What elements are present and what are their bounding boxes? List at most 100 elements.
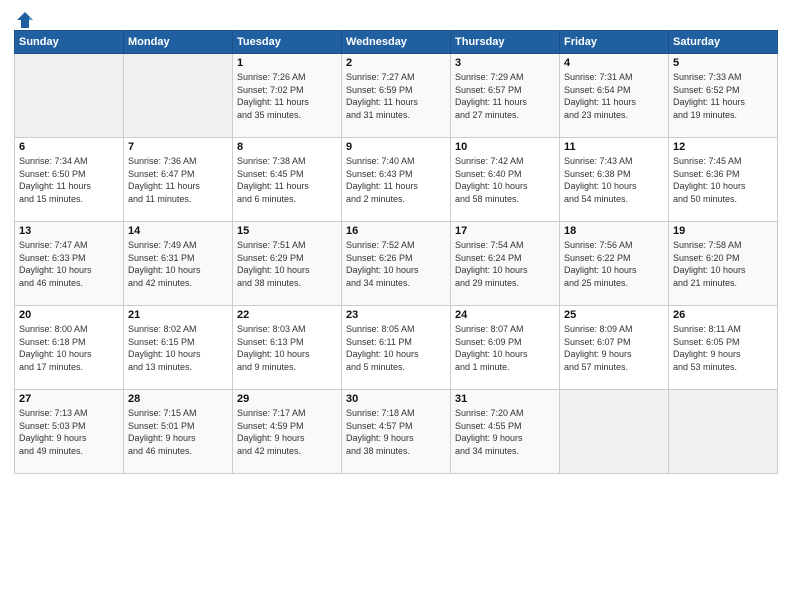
calendar-week-row: 1Sunrise: 7:26 AMSunset: 7:02 PMDaylight… xyxy=(15,54,778,138)
day-number: 13 xyxy=(19,225,119,237)
day-info: Sunrise: 8:05 AMSunset: 6:11 PMDaylight:… xyxy=(346,323,446,373)
day-info: Sunrise: 7:31 AMSunset: 6:54 PMDaylight:… xyxy=(564,71,664,121)
day-info: Sunrise: 7:47 AMSunset: 6:33 PMDaylight:… xyxy=(19,239,119,289)
day-number: 15 xyxy=(237,225,337,237)
calendar-cell: 22Sunrise: 8:03 AMSunset: 6:13 PMDayligh… xyxy=(233,306,342,390)
day-info: Sunrise: 8:09 AMSunset: 6:07 PMDaylight:… xyxy=(564,323,664,373)
day-number: 3 xyxy=(455,57,555,69)
day-info: Sunrise: 7:33 AMSunset: 6:52 PMDaylight:… xyxy=(673,71,773,121)
day-info: Sunrise: 8:07 AMSunset: 6:09 PMDaylight:… xyxy=(455,323,555,373)
day-info: Sunrise: 7:20 AMSunset: 4:55 PMDaylight:… xyxy=(455,407,555,457)
day-number: 4 xyxy=(564,57,664,69)
logo-icon xyxy=(15,10,35,30)
calendar-cell: 13 Sunrise: 7:47 AMSunset: 6:33 PMDayligh… xyxy=(15,222,124,306)
day-info: Sunrise: 8:03 AMSunset: 6:13 PMDaylight:… xyxy=(237,323,337,373)
day-info: Sunrise: 7:40 AMSunset: 6:43 PMDaylight:… xyxy=(346,155,446,205)
day-number: 14 xyxy=(128,225,228,237)
calendar-cell: 4 Sunrise: 7:31 AMSunset: 6:54 PMDaylight… xyxy=(560,54,669,138)
day-info: Sunrise: 8:11 AMSunset: 6:05 PMDaylight:… xyxy=(673,323,773,373)
calendar-cell xyxy=(124,54,233,138)
day-number: 10 xyxy=(455,141,555,153)
day-info: Sunrise: 7:13 AMSunset: 5:03 PMDaylight:… xyxy=(19,407,119,457)
day-info: Sunrise: 7:49 AMSunset: 6:31 PMDaylight:… xyxy=(128,239,228,289)
calendar-cell xyxy=(669,390,778,474)
day-number: 7 xyxy=(128,141,228,153)
weekday-header-thursday: Thursday xyxy=(451,31,560,54)
day-number: 25 xyxy=(564,309,664,321)
calendar-cell: 24 Sunrise: 8:07 AMSunset: 6:09 PMDayligh… xyxy=(451,306,560,390)
day-info: Sunrise: 7:51 AMSunset: 6:29 PMDaylight:… xyxy=(237,239,337,289)
calendar-week-row: 20 Sunrise: 8:00 AMSunset: 6:18 PMDayligh… xyxy=(15,306,778,390)
day-info: Sunrise: 7:17 AMSunset: 4:59 PMDaylight:… xyxy=(237,407,337,457)
day-info: Sunrise: 7:38 AMSunset: 6:45 PMDaylight:… xyxy=(237,155,337,205)
day-number: 23 xyxy=(346,309,446,321)
day-number: 9 xyxy=(346,141,446,153)
day-number: 27 xyxy=(19,393,119,405)
header xyxy=(14,10,778,26)
calendar-cell: 3 Sunrise: 7:29 AMSunset: 6:57 PMDaylight… xyxy=(451,54,560,138)
day-number: 21 xyxy=(128,309,228,321)
day-number: 12 xyxy=(673,141,773,153)
page-container: SundayMondayTuesdayWednesdayThursdayFrid… xyxy=(0,0,792,480)
calendar-cell: 7 Sunrise: 7:36 AMSunset: 6:47 PMDaylight… xyxy=(124,138,233,222)
calendar-cell: 30Sunrise: 7:18 AMSunset: 4:57 PMDayligh… xyxy=(342,390,451,474)
day-number: 28 xyxy=(128,393,228,405)
day-info: Sunrise: 7:27 AMSunset: 6:59 PMDaylight:… xyxy=(346,71,446,121)
day-number: 31 xyxy=(455,393,555,405)
calendar-cell: 14 Sunrise: 7:49 AMSunset: 6:31 PMDayligh… xyxy=(124,222,233,306)
calendar-cell: 21 Sunrise: 8:02 AMSunset: 6:15 PMDayligh… xyxy=(124,306,233,390)
calendar-cell: 26 Sunrise: 8:11 AMSunset: 6:05 PMDayligh… xyxy=(669,306,778,390)
calendar-header: SundayMondayTuesdayWednesdayThursdayFrid… xyxy=(15,31,778,54)
day-number: 29 xyxy=(237,393,337,405)
day-number: 19 xyxy=(673,225,773,237)
day-info: Sunrise: 7:42 AMSunset: 6:40 PMDaylight:… xyxy=(455,155,555,205)
calendar-table: SundayMondayTuesdayWednesdayThursdayFrid… xyxy=(14,30,778,474)
day-number: 5 xyxy=(673,57,773,69)
day-number: 1 xyxy=(237,57,337,69)
day-info: Sunrise: 7:58 AMSunset: 6:20 PMDaylight:… xyxy=(673,239,773,289)
calendar-cell: 17Sunrise: 7:54 AMSunset: 6:24 PMDayligh… xyxy=(451,222,560,306)
day-info: Sunrise: 8:00 AMSunset: 6:18 PMDaylight:… xyxy=(19,323,119,373)
day-info: Sunrise: 7:29 AMSunset: 6:57 PMDaylight:… xyxy=(455,71,555,121)
day-number: 8 xyxy=(237,141,337,153)
calendar-week-row: 27 Sunrise: 7:13 AMSunset: 5:03 PMDayligh… xyxy=(15,390,778,474)
calendar-cell: 6 Sunrise: 7:34 AMSunset: 6:50 PMDaylight… xyxy=(15,138,124,222)
calendar-cell: 9 Sunrise: 7:40 AMSunset: 6:43 PMDaylight… xyxy=(342,138,451,222)
calendar-cell: 27 Sunrise: 7:13 AMSunset: 5:03 PMDayligh… xyxy=(15,390,124,474)
calendar-cell: 5 Sunrise: 7:33 AMSunset: 6:52 PMDaylight… xyxy=(669,54,778,138)
day-number: 6 xyxy=(19,141,119,153)
day-info: Sunrise: 7:56 AMSunset: 6:22 PMDaylight:… xyxy=(564,239,664,289)
calendar-cell: 20 Sunrise: 8:00 AMSunset: 6:18 PMDayligh… xyxy=(15,306,124,390)
weekday-header-wednesday: Wednesday xyxy=(342,31,451,54)
day-info: Sunrise: 7:34 AMSunset: 6:50 PMDaylight:… xyxy=(19,155,119,205)
calendar-cell: 8 Sunrise: 7:38 AMSunset: 6:45 PMDaylight… xyxy=(233,138,342,222)
day-number: 24 xyxy=(455,309,555,321)
day-number: 18 xyxy=(564,225,664,237)
calendar-body: 1Sunrise: 7:26 AMSunset: 7:02 PMDaylight… xyxy=(15,54,778,474)
calendar-cell: 23 Sunrise: 8:05 AMSunset: 6:11 PMDayligh… xyxy=(342,306,451,390)
calendar-week-row: 6 Sunrise: 7:34 AMSunset: 6:50 PMDaylight… xyxy=(15,138,778,222)
day-info: Sunrise: 7:15 AMSunset: 5:01 PMDaylight:… xyxy=(128,407,228,457)
weekday-header-monday: Monday xyxy=(124,31,233,54)
calendar-cell: 16Sunrise: 7:52 AMSunset: 6:26 PMDayligh… xyxy=(342,222,451,306)
day-info: Sunrise: 8:02 AMSunset: 6:15 PMDaylight:… xyxy=(128,323,228,373)
calendar-cell: 29 Sunrise: 7:17 AMSunset: 4:59 PMDayligh… xyxy=(233,390,342,474)
calendar-cell xyxy=(560,390,669,474)
day-info: Sunrise: 7:52 AMSunset: 6:26 PMDaylight:… xyxy=(346,239,446,289)
weekday-header-row: SundayMondayTuesdayWednesdayThursdayFrid… xyxy=(15,31,778,54)
day-number: 26 xyxy=(673,309,773,321)
calendar-cell: 12 Sunrise: 7:45 AMSunset: 6:36 PMDayligh… xyxy=(669,138,778,222)
calendar-cell: 10 Sunrise: 7:42 AMSunset: 6:40 PMDayligh… xyxy=(451,138,560,222)
calendar-cell: 25 Sunrise: 8:09 AMSunset: 6:07 PMDayligh… xyxy=(560,306,669,390)
weekday-header-sunday: Sunday xyxy=(15,31,124,54)
day-info: Sunrise: 7:18 AMSunset: 4:57 PMDaylight:… xyxy=(346,407,446,457)
weekday-header-saturday: Saturday xyxy=(669,31,778,54)
calendar-cell: 19 Sunrise: 7:58 AMSunset: 6:20 PMDayligh… xyxy=(669,222,778,306)
calendar-cell: 31 Sunrise: 7:20 AMSunset: 4:55 PMDayligh… xyxy=(451,390,560,474)
day-number: 20 xyxy=(19,309,119,321)
weekday-header-friday: Friday xyxy=(560,31,669,54)
day-info: Sunrise: 7:45 AMSunset: 6:36 PMDaylight:… xyxy=(673,155,773,205)
day-number: 2 xyxy=(346,57,446,69)
day-info: Sunrise: 7:36 AMSunset: 6:47 PMDaylight:… xyxy=(128,155,228,205)
weekday-header-tuesday: Tuesday xyxy=(233,31,342,54)
